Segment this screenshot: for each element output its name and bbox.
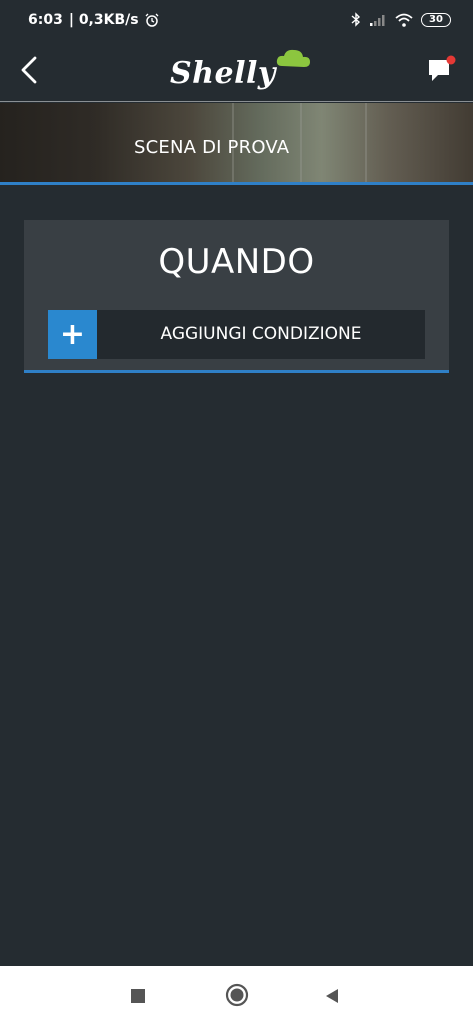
battery-icon: 30 xyxy=(421,12,451,27)
chat-notification-icon xyxy=(429,55,456,81)
signal-icon xyxy=(370,14,385,26)
logo-cloud-icon xyxy=(276,49,310,67)
scene-banner: SCENA DI PROVA xyxy=(0,103,473,182)
recent-apps-icon[interactable] xyxy=(131,989,145,1003)
wifi-icon xyxy=(395,13,413,27)
home-icon[interactable] xyxy=(225,983,249,1007)
status-left: 6:03 | 0,3KB/s xyxy=(28,12,159,28)
plus-icon: + xyxy=(59,317,86,352)
shelly-logo: Shelly xyxy=(170,46,310,94)
when-title: QUANDO xyxy=(158,242,315,282)
system-nav-bar xyxy=(0,966,473,1024)
alarm-icon xyxy=(145,13,159,27)
logo-text: Shelly xyxy=(170,56,276,91)
back-icon[interactable] xyxy=(322,986,342,1006)
plus-box: + xyxy=(48,310,97,359)
when-card: QUANDO + AGGIUNGI CONDIZIONE xyxy=(24,220,449,370)
add-condition-label: AGGIUNGI CONDIZIONE xyxy=(160,324,362,344)
status-bar: 6:03 | 0,3KB/s 30 xyxy=(0,0,473,40)
add-condition-button[interactable]: + AGGIUNGI CONDIZIONE xyxy=(48,310,425,359)
clock-time: 6:03 xyxy=(28,12,63,28)
chevron-left-icon xyxy=(21,56,37,84)
bluetooth-icon xyxy=(351,12,361,27)
network-speed: | 0,3KB/s xyxy=(68,12,139,28)
banner-divider xyxy=(0,182,473,185)
app-header: Shelly xyxy=(0,40,473,102)
status-right: 30 xyxy=(351,12,451,27)
card-underline xyxy=(24,370,449,373)
notifications-button[interactable] xyxy=(427,54,457,86)
scene-title: SCENA DI PROVA xyxy=(134,137,290,158)
back-button[interactable] xyxy=(14,52,48,88)
